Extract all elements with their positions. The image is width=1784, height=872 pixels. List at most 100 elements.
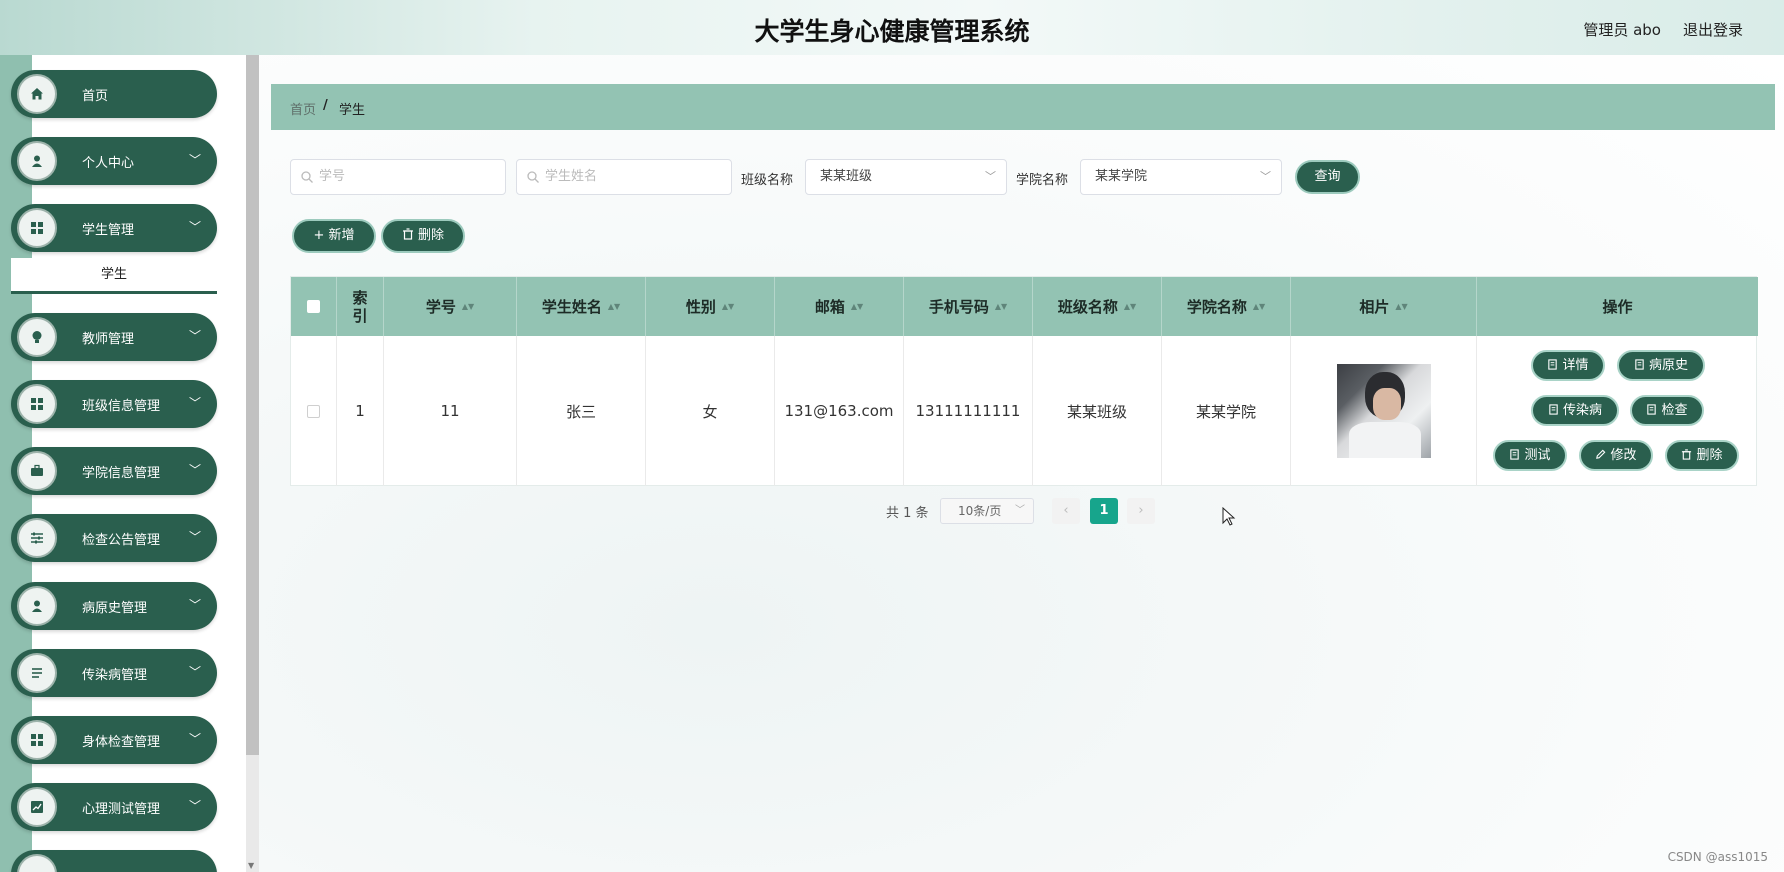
sidebar-item-label: 教师管理 <box>82 332 135 347</box>
cell-student-no: 11 <box>384 336 517 486</box>
sidebar-item-label: 学生管理 <box>82 223 135 238</box>
chevron-down-icon: ﹀ <box>188 598 201 612</box>
chart-icon <box>17 787 57 827</box>
column-header-photo[interactable]: 相片 ▲▼ <box>1291 277 1477 336</box>
chevron-down-icon: ﹀ <box>188 220 201 234</box>
sidebar-item-label: 心理测试管理 <box>82 802 161 817</box>
grid-icon <box>17 720 57 760</box>
chevron-down-icon: ﹀ <box>188 396 201 410</box>
column-header-gender[interactable]: 性别 ▲▼ <box>646 277 775 336</box>
sidebar-item-student[interactable]: 学生管理 ﹀ <box>11 204 217 252</box>
sidebar-item-physical[interactable]: 身体检查管理 ﹀ <box>11 716 217 764</box>
breadcrumb-separator: / <box>323 98 328 113</box>
document-icon <box>1548 359 1558 370</box>
student-name-placeholder: 学生姓名 <box>545 169 598 184</box>
sidebar-item-college[interactable]: 学院信息管理 ﹀ <box>11 447 217 495</box>
trash-icon <box>1682 449 1692 460</box>
delete-row-button[interactable]: 删除 <box>1665 440 1739 471</box>
sort-icon[interactable]: ▲▼ <box>851 302 863 311</box>
sidebar-item-notice[interactable]: 检查公告管理 ﹀ <box>11 514 217 562</box>
next-page-button[interactable]: › <box>1127 498 1155 524</box>
sidebar-item-label: 首页 <box>82 89 109 104</box>
batch-delete-button[interactable]: 删除 <box>381 219 465 253</box>
college-filter-label: 学院名称 <box>1016 173 1069 188</box>
breadcrumb-home[interactable]: 首页 <box>290 99 316 118</box>
row-select-cell <box>291 336 337 486</box>
grid-icon <box>17 208 57 248</box>
history-button[interactable]: 病原史 <box>1617 350 1705 381</box>
student-photo[interactable] <box>1336 364 1431 458</box>
sidebar-item-class[interactable]: 班级信息管理 ﹀ <box>11 380 217 428</box>
sidebar-item-label: 班级信息管理 <box>82 399 161 414</box>
add-button-label: 新增 <box>328 228 355 243</box>
cell-name: 张三 <box>517 336 646 486</box>
sidebar-scrollbar[interactable]: ▼ <box>246 55 259 872</box>
page-number-current[interactable]: 1 <box>1090 498 1118 524</box>
sort-icon[interactable]: ▲▼ <box>1124 302 1136 311</box>
column-header-student-no[interactable]: 学号 ▲▼ <box>384 277 517 336</box>
row-checkbox[interactable] <box>307 404 320 418</box>
chevron-down-icon: ﹀ <box>1260 170 1271 183</box>
column-header-name[interactable]: 学生姓名 ▲▼ <box>517 277 646 336</box>
sidebar-item-psych[interactable]: 心理测试管理 ﹀ <box>11 783 217 831</box>
search-icon <box>527 171 539 183</box>
mouse-cursor-icon <box>1222 507 1236 526</box>
student-name-input[interactable]: 学生姓名 <box>516 159 732 195</box>
cell-phone: 13111111111 <box>904 336 1033 486</box>
trash-icon <box>402 228 413 240</box>
sidebar-item-history[interactable]: 病原史管理 ﹀ <box>11 582 217 630</box>
cell-email: 131@163.com <box>775 336 904 486</box>
page-size-value: 10条/页 <box>958 504 1002 518</box>
sidebar-item-more[interactable] <box>11 850 217 872</box>
column-header-index: 索引 <box>337 277 384 336</box>
submenu-item-student[interactable]: 学生 <box>11 258 217 294</box>
college-select-value: 某某学院 <box>1095 169 1148 184</box>
delete-button-label: 删除 <box>417 228 444 243</box>
infection-button[interactable]: 传染病 <box>1531 395 1619 426</box>
search-icon <box>301 171 313 183</box>
edit-button[interactable]: 修改 <box>1579 440 1653 471</box>
column-header-college[interactable]: 学院名称 ▲▼ <box>1162 277 1291 336</box>
sort-icon[interactable]: ▲▼ <box>1253 302 1265 311</box>
sliders-icon <box>17 518 57 558</box>
sort-icon[interactable]: ▲▼ <box>995 302 1007 311</box>
sidebar-item-infection[interactable]: 传染病管理 ﹀ <box>11 649 217 697</box>
menu-icon <box>17 854 57 872</box>
detail-button[interactable]: 详情 <box>1531 350 1605 381</box>
prev-page-button[interactable]: ‹ <box>1052 498 1080 524</box>
cell-photo <box>1291 336 1477 486</box>
document-icon <box>1635 359 1644 370</box>
column-header-phone[interactable]: 手机号码 ▲▼ <box>904 277 1033 336</box>
chevron-down-icon: ﹀ <box>188 329 201 343</box>
sidebar-item-label: 学院信息管理 <box>82 466 161 481</box>
query-button[interactable]: 查询 <box>1295 160 1360 194</box>
plus-icon: + <box>313 228 329 243</box>
column-header-class[interactable]: 班级名称 ▲▼ <box>1033 277 1162 336</box>
select-all-cell <box>291 277 337 336</box>
sort-icon[interactable]: ▲▼ <box>462 302 474 311</box>
logout-link[interactable]: 退出登录 <box>1683 19 1743 40</box>
add-button[interactable]: + 新增 <box>292 219 376 253</box>
cell-class: 某某班级 <box>1033 336 1162 486</box>
sort-icon[interactable]: ▲▼ <box>722 302 734 311</box>
cell-college: 某某学院 <box>1162 336 1291 486</box>
college-select[interactable]: 某某学院 ﹀ <box>1080 159 1282 195</box>
sort-icon[interactable]: ▲▼ <box>608 302 620 311</box>
student-no-input[interactable]: 学号 <box>290 159 506 195</box>
user-icon <box>17 586 57 626</box>
sidebar-item-teacher[interactable]: 教师管理 ﹀ <box>11 313 217 361</box>
pagination-total: 共 1 条 <box>886 506 929 521</box>
scrollbar-thumb[interactable] <box>246 55 259 755</box>
scroll-down-icon[interactable]: ▼ <box>248 861 254 870</box>
select-all-checkbox[interactable] <box>307 300 320 313</box>
sidebar-item-home[interactable]: 首页 <box>11 70 217 118</box>
app-title: 大学生身心健康管理系统 <box>754 17 1030 46</box>
sidebar-item-personal[interactable]: 个人中心 ﹀ <box>11 137 217 185</box>
sort-icon[interactable]: ▲▼ <box>1395 302 1407 311</box>
class-select[interactable]: 某某班级 ﹀ <box>805 159 1007 195</box>
test-button[interactable]: 测试 <box>1493 440 1567 471</box>
page-size-select[interactable]: 10条/页 ﹀ <box>940 498 1034 524</box>
column-header-email[interactable]: 邮箱 ▲▼ <box>775 277 904 336</box>
check-button[interactable]: 检查 <box>1630 395 1704 426</box>
briefcase-icon <box>17 451 57 491</box>
